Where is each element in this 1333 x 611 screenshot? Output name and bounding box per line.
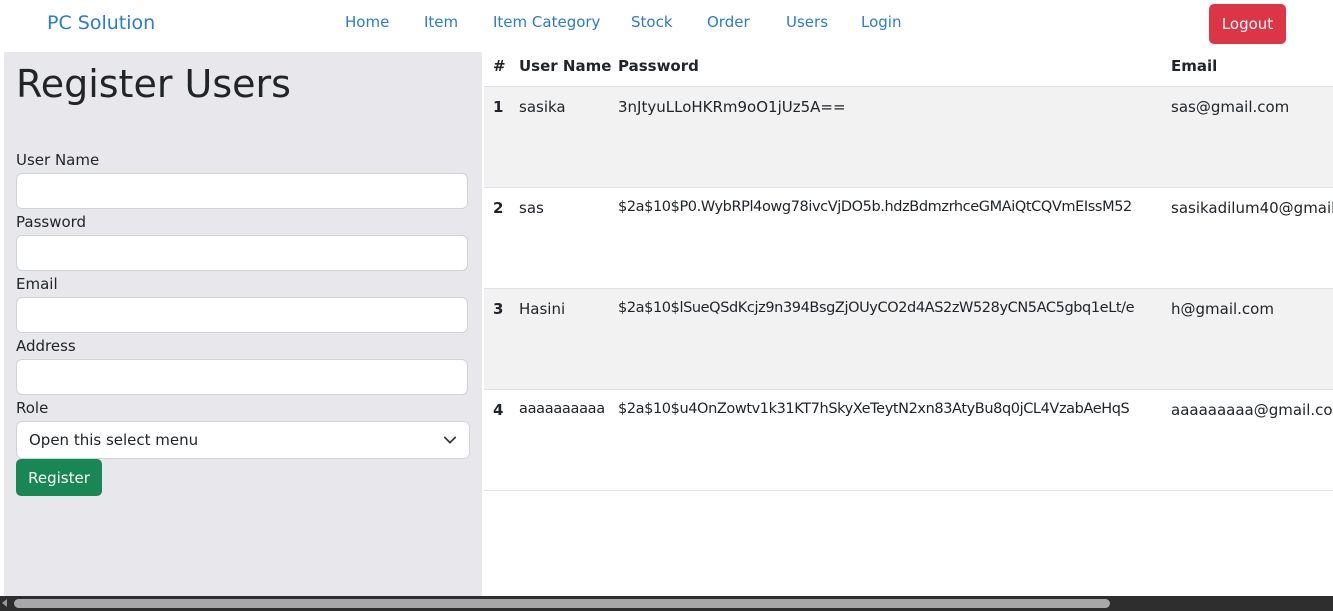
row-username: sas (519, 199, 544, 217)
role-select-value: Open this select menu (29, 431, 199, 449)
row-index: 1 (493, 98, 504, 116)
navbar: PC Solution Home Item Item Category Stoc… (0, 0, 1333, 48)
nav-item[interactable]: Item (424, 13, 458, 31)
table-bottom-border (484, 490, 1333, 491)
header-password: Password (618, 57, 699, 75)
role-select[interactable]: Open this select menu (16, 421, 470, 459)
row-username: Hasini (519, 300, 566, 318)
role-label: Role (16, 399, 49, 417)
nav-order[interactable]: Order (707, 13, 750, 31)
horizontal-scrollbar[interactable] (0, 596, 1333, 611)
row-email: sasikadilum40@gmail.com (1171, 199, 1333, 217)
form-title: Register Users (16, 62, 291, 106)
nav-login[interactable]: Login (861, 13, 901, 31)
row-username: sasika (519, 98, 566, 116)
logout-button[interactable]: Logout (1209, 4, 1286, 44)
chevron-down-icon (443, 436, 457, 444)
table-row: 2 sas $2a$10$P0.WybRPl4owg78ivcVjDO5b.hd… (484, 187, 1333, 288)
password-label: Password (16, 213, 87, 231)
arrow-left-icon[interactable] (2, 599, 7, 607)
row-email: aaaaaaaaa@gmail.com (1171, 401, 1333, 419)
row-password: $2a$10$lSueQSdKcjz9n394BsgZjOUyCO2d4AS2z… (618, 300, 1135, 316)
row-index: 4 (493, 401, 504, 419)
nav-item-category[interactable]: Item Category (493, 13, 600, 31)
register-form-panel: Register Users User Name Password Email … (4, 52, 482, 596)
row-index: 2 (493, 199, 504, 217)
address-label: Address (16, 337, 76, 355)
row-index: 3 (493, 300, 504, 318)
nav-stock[interactable]: Stock (631, 13, 673, 31)
register-button[interactable]: Register (16, 459, 102, 496)
users-table: # User Name Password Email 1 sasika 3nJt… (484, 52, 1333, 596)
brand-link[interactable]: PC Solution (47, 12, 155, 34)
table-row: 1 sasika 3nJtyuLLoHKRm9oO1jUz5A== sas@gm… (484, 86, 1333, 187)
row-email: sas@gmail.com (1171, 98, 1290, 116)
row-password: 3nJtyuLLoHKRm9oO1jUz5A== (618, 98, 846, 116)
row-password: $2a$10$u4OnZowtv1k31KT7hSkyXeTeytN2xn83A… (618, 401, 1130, 417)
row-username: aaaaaaaaaa (519, 401, 605, 417)
username-label: User Name (16, 151, 100, 169)
header-username: User Name (519, 57, 612, 75)
password-input[interactable] (16, 235, 468, 271)
username-input[interactable] (16, 173, 468, 209)
nav-users[interactable]: Users (786, 13, 828, 31)
scroll-thumb[interactable] (14, 599, 1110, 608)
table-row: 3 Hasini $2a$10$lSueQSdKcjz9n394BsgZjOUy… (484, 288, 1333, 389)
header-index: # (493, 57, 506, 75)
row-email: h@gmail.com (1171, 300, 1274, 318)
email-label: Email (16, 275, 58, 293)
address-input[interactable] (16, 359, 468, 395)
email-input[interactable] (16, 297, 468, 333)
row-password: $2a$10$P0.WybRPl4owg78ivcVjDO5b.hdzBdmzr… (618, 199, 1132, 215)
nav-home[interactable]: Home (345, 13, 389, 31)
table-row: 4 aaaaaaaaaa $2a$10$u4OnZowtv1k31KT7hSky… (484, 389, 1333, 490)
header-email: Email (1171, 57, 1218, 75)
